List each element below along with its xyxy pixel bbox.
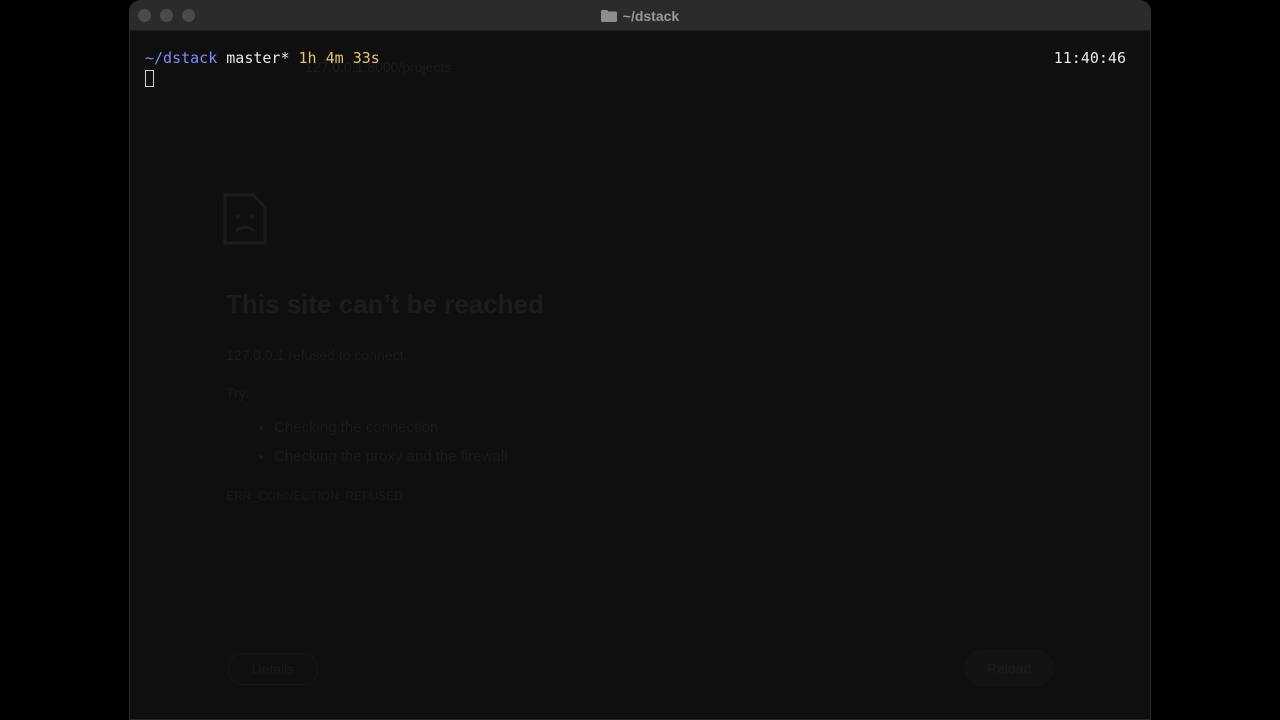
window-title: ~/dstack (130, 1, 1150, 30)
prompt-command-duration: 1h 4m 33s (298, 49, 380, 67)
ghost-details-button: Details (228, 653, 318, 685)
ghost-suggestion: Checking the connection (274, 413, 507, 442)
title-bar[interactable]: ~/dstack (130, 1, 1150, 31)
prompt-line: ~/dstack master* 1h 4m 33s (145, 49, 380, 67)
sad-document-icon (223, 193, 267, 245)
terminal-window: ~/dstack 127.0.0.1:8000/projects This si… (130, 1, 1150, 719)
window-title-text: ~/dstack (622, 7, 680, 24)
terminal-cursor (145, 70, 154, 87)
folder-icon (600, 9, 617, 22)
prompt-cwd: ~/dstack (145, 49, 218, 67)
ghost-heading: This site can’t be reached (226, 289, 544, 319)
ghost-error-code: ERR_CONNECTION_REFUSED (226, 489, 403, 503)
ghost-try-label: Try: (226, 385, 250, 401)
ghost-suggestion-list: Checking the connection Checking the pro… (256, 413, 507, 471)
prompt-git-branch: master* (226, 49, 290, 67)
prompt-clock: 11:40:46 (1053, 49, 1126, 67)
terminal-content[interactable]: 127.0.0.1:8000/projects This site can’t … (130, 31, 1150, 719)
ghost-reload-button: Reload (964, 649, 1054, 687)
ghost-suggestion: Checking the proxy and the firewall (274, 442, 507, 471)
ghost-browser-page: 127.0.0.1:8000/projects This site can’t … (130, 31, 1150, 719)
ghost-subtitle: 127.0.0.1 refused to connect. (226, 347, 408, 363)
